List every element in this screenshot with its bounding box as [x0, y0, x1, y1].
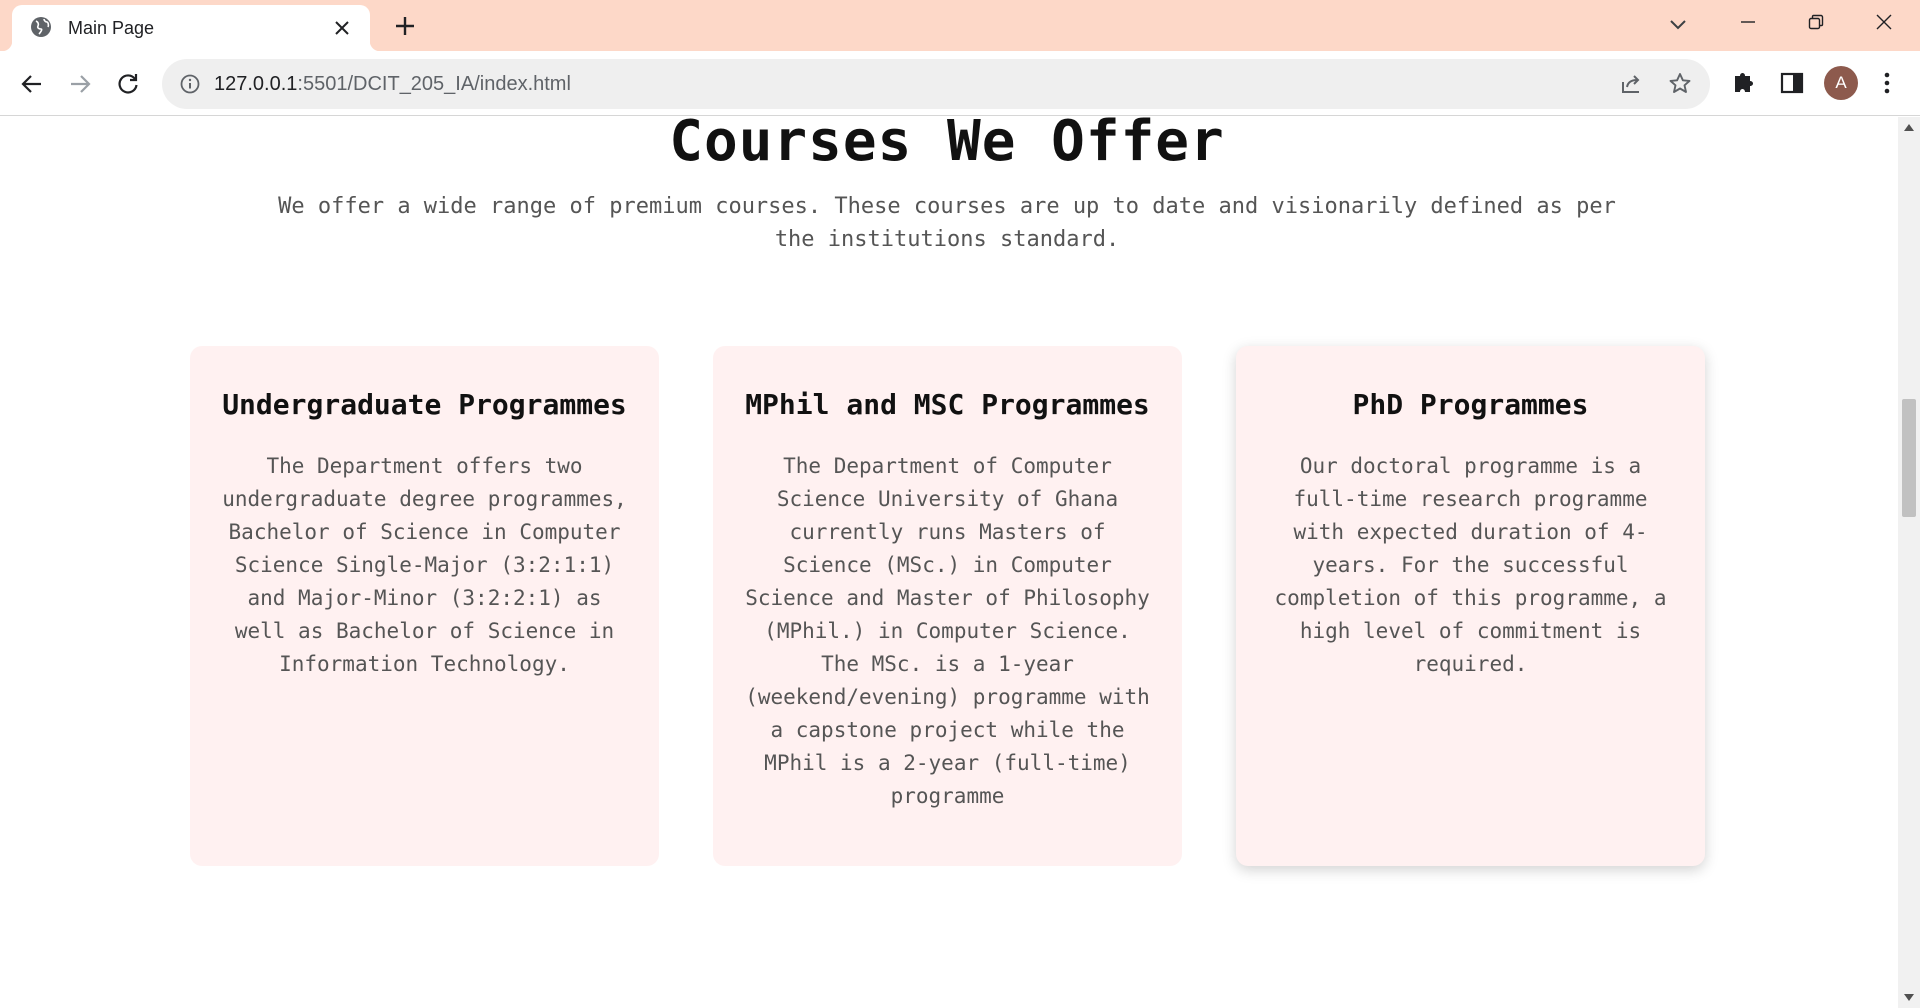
course-card-undergraduate: Undergraduate Programmes The Department … [190, 346, 659, 866]
url-text[interactable]: 127.0.0.1:5501/DCIT_205_IA/index.html [214, 73, 571, 96]
page-viewport: Courses We Offer We offer a wide range o… [0, 117, 1898, 1008]
new-tab-icon[interactable] [390, 11, 420, 41]
url-path: :5501/DCIT_205_IA/index.html [297, 73, 571, 95]
card-title: PhD Programmes [1352, 388, 1589, 421]
url-host: 127.0.0.1 [214, 73, 298, 95]
course-card-mphil-msc: MPhil and MSC Programmes The Department … [713, 346, 1182, 866]
scroll-down-arrow-icon[interactable] [1903, 993, 1915, 1003]
close-tab-icon[interactable] [332, 18, 352, 38]
page-heading: Courses We Offer [669, 117, 1225, 174]
restore-icon [1808, 14, 1824, 30]
scrollbar-thumb[interactable] [1902, 399, 1916, 517]
course-card-phd: PhD Programmes Our doctoral programme is… [1236, 346, 1705, 866]
info-icon[interactable] [178, 72, 202, 96]
page-scrollbar[interactable] [1898, 117, 1920, 1008]
globe-icon [31, 17, 51, 37]
tab-strip: Main Page [0, 0, 1920, 51]
chevron-down-icon[interactable] [1664, 11, 1692, 39]
profile-avatar[interactable]: A [1824, 66, 1858, 100]
kebab-menu-icon[interactable] [1872, 67, 1902, 99]
share-icon[interactable] [1618, 70, 1646, 98]
reload-button[interactable] [110, 66, 146, 102]
scroll-up-arrow-icon[interactable] [1903, 122, 1915, 132]
card-text: The Department offers two undergraduate … [222, 454, 627, 676]
card-title: Undergraduate Programmes [222, 388, 627, 421]
close-icon [1876, 14, 1892, 30]
close-window-button[interactable] [1850, 0, 1918, 44]
card-text: The Department of Computer Science Unive… [745, 454, 1150, 808]
reload-icon [118, 74, 138, 94]
card-text: Our doctoral programme is a full-time re… [1274, 454, 1667, 676]
bookmark-star-icon[interactable] [1666, 70, 1694, 98]
arrow-left-icon [21, 75, 41, 93]
extensions-puzzle-icon[interactable] [1728, 67, 1760, 99]
minimize-button[interactable] [1714, 0, 1782, 44]
card-title: MPhil and MSC Programmes [745, 388, 1150, 421]
side-panel-icon[interactable] [1776, 67, 1808, 99]
back-button[interactable] [14, 66, 50, 102]
restore-button[interactable] [1782, 0, 1850, 44]
address-bar[interactable]: 127.0.0.1:5501/DCIT_205_IA/index.html [162, 59, 1710, 109]
tab-title: Main Page [68, 18, 155, 38]
browser-tab[interactable]: Main Page [2, 5, 380, 51]
browser-toolbar: 127.0.0.1:5501/DCIT_205_IA/index.html A [0, 51, 1920, 116]
forward-button[interactable] [62, 66, 98, 102]
arrow-right-icon [71, 75, 91, 93]
intro-text: We offer a wide range of premium courses… [278, 194, 1616, 252]
minimize-icon [1741, 21, 1755, 23]
